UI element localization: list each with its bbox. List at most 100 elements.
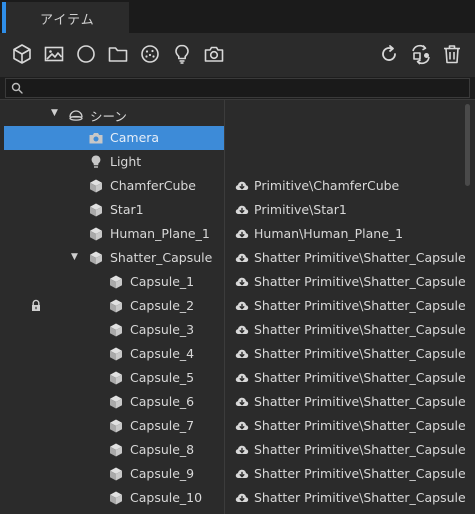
add-camera-button[interactable]	[203, 43, 225, 65]
cloud-download-icon[interactable]	[235, 323, 249, 337]
scene-tree: ▼ シーン Camera Light ChamferCube Star1 Human_Pla…	[4, 100, 224, 514]
cube-icon	[108, 442, 124, 458]
cube-icon	[108, 490, 124, 506]
source-row: Shatter Primitive\Shatter_Capsule	[225, 438, 466, 462]
source-path-label: Shatter Primitive\Shatter_Capsule	[254, 322, 466, 337]
tree-row[interactable]: Capsule_1	[4, 270, 224, 294]
sync-button[interactable]	[410, 43, 432, 65]
cube-icon	[108, 418, 124, 434]
source-path-label: Shatter Primitive\Shatter_Capsule	[254, 418, 466, 433]
cube-icon	[88, 226, 104, 242]
source-path-label: Shatter Primitive\Shatter_Capsule	[254, 442, 466, 457]
toolbar	[0, 33, 475, 77]
cloud-download-icon[interactable]	[235, 227, 249, 241]
cube-icon	[88, 250, 104, 266]
source-row: Primitive\ChamferCube	[225, 174, 463, 198]
source-row: Human\Human_Plane_1	[225, 222, 463, 246]
source-row: Shatter Primitive\Shatter_Capsule	[225, 318, 466, 342]
source-row: Shatter Primitive\Shatter_Capsule	[225, 246, 466, 270]
tree-row[interactable]: Capsule_5	[4, 366, 224, 390]
cube-icon	[108, 466, 124, 482]
tree-item-label: Capsule_3	[130, 322, 195, 337]
cloud-download-icon[interactable]	[235, 275, 249, 289]
cube-icon	[108, 274, 124, 290]
folder-icon	[108, 47, 128, 62]
tab-bar: アイテム	[0, 0, 475, 33]
tree-row[interactable]: ▼ Shatter_Capsule	[4, 246, 224, 270]
cloud-download-icon[interactable]	[235, 467, 249, 481]
cloud-download-icon[interactable]	[235, 371, 249, 385]
tree-row[interactable]: Capsule_8	[4, 438, 224, 462]
cloud-download-icon[interactable]	[235, 179, 249, 193]
search-icon	[11, 82, 23, 94]
delete-button[interactable]	[441, 43, 463, 65]
expand-caret-icon[interactable]: ▼	[71, 252, 81, 262]
cloud-download-icon[interactable]	[235, 395, 249, 409]
tree-item-label: Capsule_10	[130, 490, 203, 505]
tree-row[interactable]: Camera	[4, 126, 224, 150]
lightbulb-icon	[175, 44, 189, 64]
source-row: Shatter Primitive\Shatter_Capsule	[225, 414, 466, 438]
source-row: Shatter Primitive\Shatter_Capsule	[225, 390, 466, 414]
expand-caret-icon[interactable]: ▼	[51, 108, 61, 118]
tree-row[interactable]: Capsule_2	[4, 294, 224, 318]
tree-item-label: Capsule_2	[130, 298, 195, 313]
source-row: Shatter Primitive\Shatter_Capsule	[225, 342, 466, 366]
tree-row[interactable]: Capsule_4	[4, 342, 224, 366]
source-path-label: Primitive\ChamferCube	[254, 178, 400, 193]
cloud-download-icon[interactable]	[235, 443, 249, 457]
add-cube-button[interactable]	[11, 43, 33, 65]
tree-row[interactable]: Light	[4, 150, 224, 174]
tree-row[interactable]: Capsule_7	[4, 414, 224, 438]
search-box[interactable]	[5, 78, 470, 98]
cube-icon	[108, 346, 124, 362]
add-image-button[interactable]	[43, 43, 65, 65]
tree-item-label: Capsule_6	[130, 394, 195, 409]
tree-row[interactable]: Capsule_3	[4, 318, 224, 342]
source-path-label: Shatter Primitive\Shatter_Capsule	[254, 370, 466, 385]
source-row: Shatter Primitive\Shatter_Capsule	[225, 270, 466, 294]
refresh-icon	[382, 45, 396, 61]
scrollbar[interactable]	[465, 104, 470, 186]
camera-icon	[204, 46, 224, 62]
cloud-download-icon[interactable]	[235, 251, 249, 265]
source-path-label: Shatter Primitive\Shatter_Capsule	[254, 490, 466, 505]
cloud-download-icon[interactable]	[235, 299, 249, 313]
refresh-button[interactable]	[378, 43, 400, 65]
cube-icon	[13, 44, 31, 64]
source-path-label: Shatter Primitive\Shatter_Capsule	[254, 274, 466, 289]
cloud-download-icon[interactable]	[235, 203, 249, 217]
cloud-download-icon[interactable]	[235, 491, 249, 505]
tree-item-label: Light	[110, 154, 142, 169]
add-folder-button[interactable]	[107, 43, 129, 65]
outliner-panel: ▼ シーン Camera Light ChamferCube Star1 Human_Pla…	[0, 99, 475, 514]
tree-item-label: Capsule_5	[130, 370, 195, 385]
sync-icon	[412, 44, 430, 65]
add-light-button[interactable]	[171, 43, 193, 65]
tree-row[interactable]: Star1	[4, 198, 224, 222]
source-path-label: Shatter Primitive\Shatter_Capsule	[254, 346, 466, 361]
tree-item-label: Camera	[110, 130, 160, 145]
cloud-download-icon[interactable]	[235, 419, 249, 433]
source-row: Shatter Primitive\Shatter_Capsule	[225, 462, 466, 486]
tree-row[interactable]: Human_Plane_1	[4, 222, 224, 246]
trash-icon	[444, 45, 460, 64]
circle-icon	[77, 45, 95, 63]
tab-items[interactable]: アイテム	[2, 2, 129, 33]
tree-row[interactable]: ▼ シーン	[4, 102, 224, 126]
tree-row[interactable]: Capsule_9	[4, 462, 224, 486]
cube-icon	[108, 394, 124, 410]
add-particles-button[interactable]	[139, 43, 161, 65]
tree-item-label: Capsule_7	[130, 418, 195, 433]
source-row: Primitive\Star1	[225, 198, 463, 222]
tab-items-label: アイテム	[40, 13, 95, 28]
lock-icon[interactable]	[30, 299, 42, 312]
tree-item-label: Capsule_1	[130, 274, 195, 289]
tree-row[interactable]: Capsule_10	[4, 486, 224, 510]
search-input[interactable]	[26, 80, 466, 96]
cloud-download-icon[interactable]	[235, 347, 249, 361]
add-circle-button[interactable]	[75, 43, 97, 65]
tree-row[interactable]: ChamferCube	[4, 174, 224, 198]
tree-item-label: Shatter_Capsule	[110, 250, 213, 265]
tree-row[interactable]: Capsule_6	[4, 390, 224, 414]
